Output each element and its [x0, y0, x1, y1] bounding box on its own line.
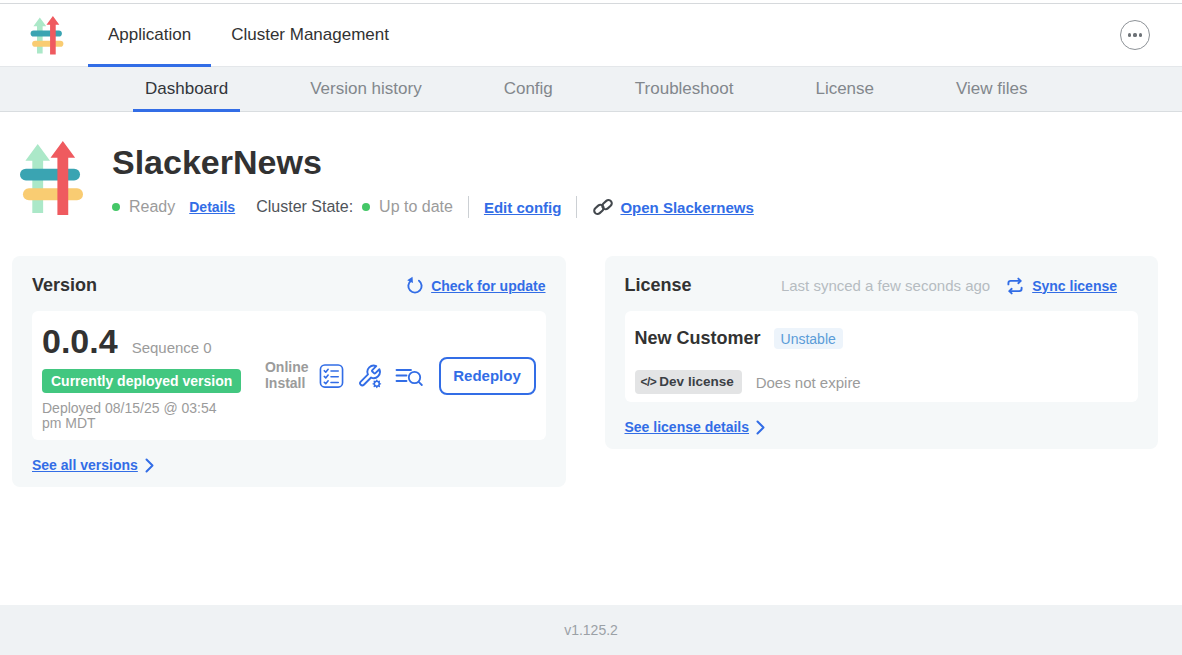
- see-license-details-link[interactable]: See license details: [625, 419, 766, 435]
- more-menu-button[interactable]: [1120, 20, 1150, 50]
- link-icon: [592, 197, 614, 217]
- ellipsis-icon: [1128, 33, 1143, 36]
- license-expiry: Does not expire: [756, 374, 861, 391]
- license-card-title: License: [625, 275, 692, 296]
- chevron-right-icon: [756, 420, 765, 435]
- check-for-update-label: Check for update: [431, 278, 545, 294]
- view-logs-icon[interactable]: [395, 363, 423, 389]
- tab-dashboard[interactable]: Dashboard: [133, 67, 240, 111]
- open-app-link[interactable]: Open Slackernews: [592, 197, 753, 217]
- sequence-label: Sequence 0: [132, 339, 212, 356]
- tab-view-files-label: View files: [956, 79, 1028, 99]
- tab-version-history[interactable]: Version history: [298, 67, 434, 111]
- divider: [576, 196, 577, 218]
- customer-name: New Customer: [635, 328, 761, 349]
- license-panel: New Customer Unstable </> Dev license Do…: [625, 311, 1139, 402]
- check-for-update-link[interactable]: Check for update: [405, 276, 545, 295]
- nav-tab-application-label: Application: [108, 25, 191, 45]
- main-nav: Application Cluster Management: [88, 4, 409, 66]
- app-title: SlackerNews: [112, 143, 754, 181]
- app-icon: [20, 139, 83, 216]
- current-version-panel: 0.0.4 Sequence 0 Currently deployed vers…: [32, 311, 546, 440]
- sync-license-link[interactable]: Sync license: [1005, 276, 1117, 296]
- install-type-label: Online Install: [265, 360, 309, 391]
- preflight-checks-icon[interactable]: [319, 363, 344, 389]
- license-type-badge: </> Dev license: [635, 370, 742, 394]
- app-status-dot: [112, 203, 120, 211]
- app-status-text: Ready: [129, 198, 175, 216]
- see-all-versions-label: See all versions: [32, 457, 138, 473]
- license-card: License Last synced a few seconds ago Sy…: [605, 256, 1159, 449]
- main-header: Application Cluster Management: [0, 4, 1182, 67]
- version-card: Version Check for update 0.0.4 Sequence …: [12, 256, 566, 487]
- refresh-icon: [405, 276, 424, 295]
- status-details-link[interactable]: Details: [189, 199, 235, 215]
- deployed-timestamp: Deployed 08/15/25 @ 03:54 pm MDT: [42, 401, 227, 431]
- tab-view-files[interactable]: View files: [944, 67, 1040, 111]
- see-license-details-label: See license details: [625, 419, 750, 435]
- edit-config-link[interactable]: Edit config: [484, 199, 562, 216]
- sync-license-label: Sync license: [1032, 278, 1117, 294]
- tab-version-history-label: Version history: [310, 79, 422, 99]
- cluster-state-label: Cluster State:: [256, 198, 353, 216]
- cluster-status-dot: [362, 203, 370, 211]
- nav-tab-cluster-management-label: Cluster Management: [231, 25, 389, 45]
- open-app-label: Open Slackernews: [620, 199, 753, 216]
- app-header-block: SlackerNews Ready Details Cluster State:…: [20, 139, 1182, 218]
- tab-config-label: Config: [504, 79, 553, 99]
- status-row: Ready Details Cluster State: Up to date …: [112, 196, 754, 218]
- tab-config[interactable]: Config: [492, 67, 565, 111]
- redeploy-button[interactable]: Redeploy: [439, 357, 536, 395]
- chevron-right-icon: [145, 458, 154, 473]
- version-card-title: Version: [32, 275, 97, 296]
- see-all-versions-link[interactable]: See all versions: [32, 457, 154, 473]
- nav-tab-application[interactable]: Application: [88, 4, 211, 66]
- sync-icon: [1005, 276, 1025, 296]
- deployed-badge: Currently deployed version: [42, 369, 241, 393]
- tab-license[interactable]: License: [803, 67, 886, 111]
- dashboard-content: SlackerNews Ready Details Cluster State:…: [0, 112, 1182, 487]
- license-type-label: Dev license: [659, 374, 733, 390]
- divider: [468, 196, 469, 218]
- current-version: 0.0.4: [42, 322, 118, 360]
- footer: v1.125.2: [0, 605, 1182, 655]
- app-subnav: Dashboard Version history Config Trouble…: [0, 67, 1182, 112]
- tab-dashboard-label: Dashboard: [145, 79, 228, 99]
- tab-license-label: License: [815, 79, 874, 99]
- channel-badge: Unstable: [774, 328, 843, 349]
- console-version: v1.125.2: [564, 622, 618, 638]
- config-icon[interactable]: [357, 363, 382, 389]
- code-icon: </>: [641, 374, 657, 390]
- tab-troubleshoot[interactable]: Troubleshoot: [623, 67, 746, 111]
- nav-tab-cluster-management[interactable]: Cluster Management: [211, 4, 409, 66]
- tab-troubleshoot-label: Troubleshoot: [635, 79, 734, 99]
- app-logo-icon: [30, 15, 64, 55]
- cluster-state-text: Up to date: [379, 198, 453, 216]
- last-synced-text: Last synced a few seconds ago: [781, 277, 990, 294]
- dashboard-cards: Version Check for update 0.0.4 Sequence …: [12, 256, 1158, 487]
